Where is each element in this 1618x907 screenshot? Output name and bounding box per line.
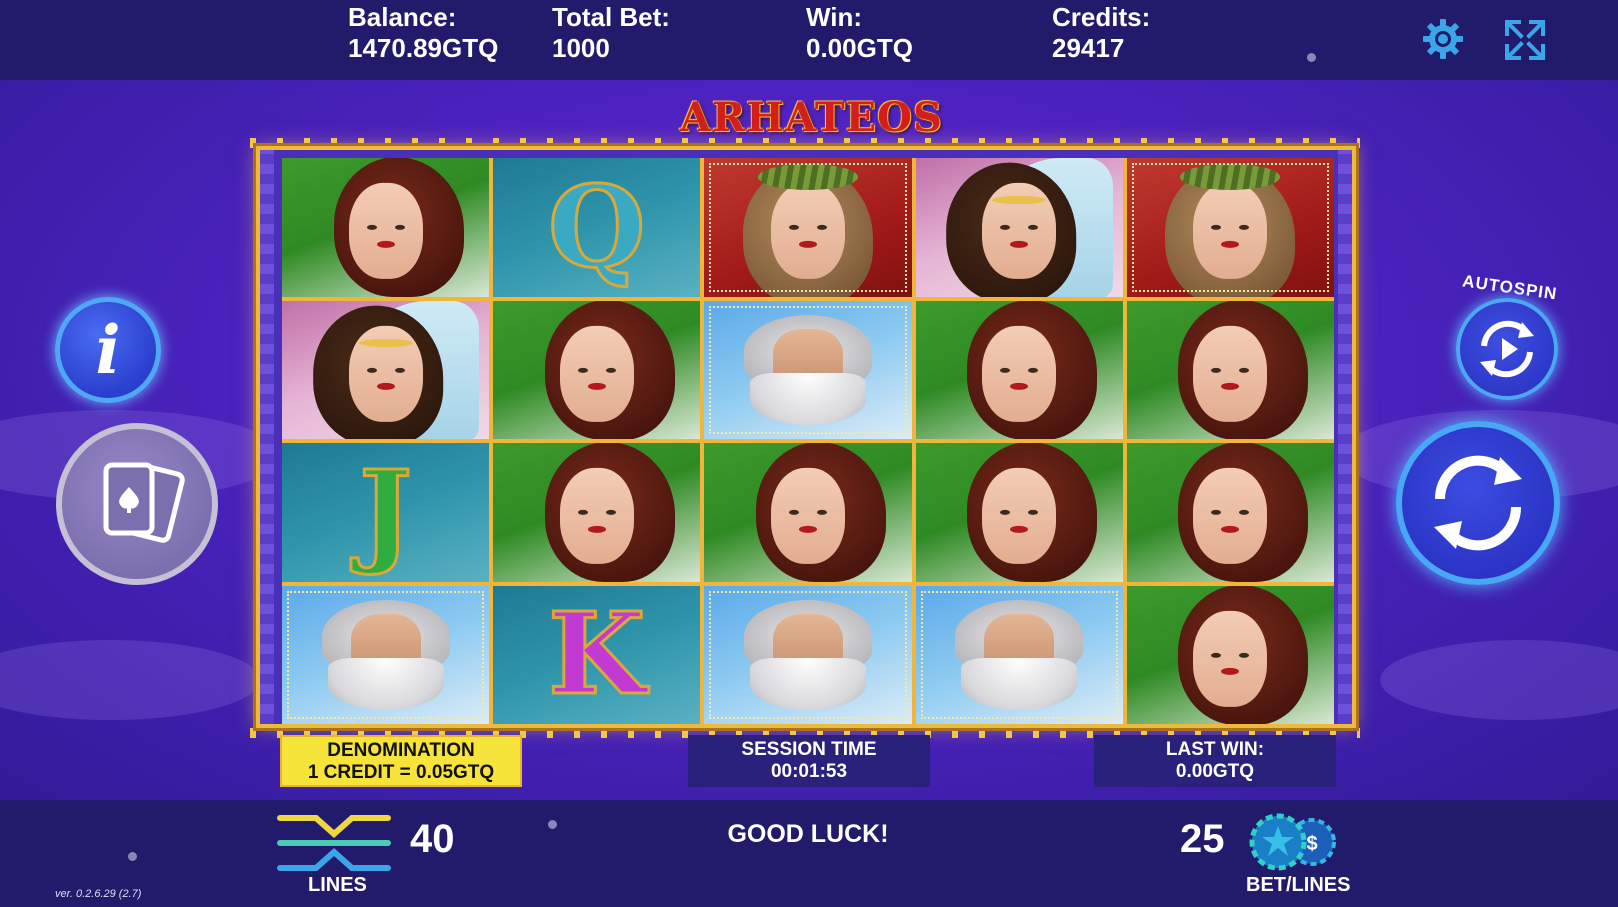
reel-symbol-hera [1126, 300, 1334, 439]
spin-icon [1434, 455, 1522, 551]
reel-symbol-athena [704, 158, 912, 297]
lines-label: LINES [308, 874, 367, 896]
symbol-art [704, 443, 912, 582]
bet-lines-button[interactable]: $ [1246, 812, 1342, 872]
game-logo: ARHATEOS [680, 94, 943, 141]
denomination-panel[interactable]: DENOMINATION 1 CREDIT = 0.05GTQ [280, 735, 522, 787]
reel-symbol-queen: Q [493, 158, 701, 297]
info-button[interactable]: i [55, 297, 161, 403]
decor-dot [548, 820, 557, 829]
reel-symbol-zeus [704, 585, 912, 724]
spin-button[interactable] [1396, 421, 1560, 585]
symbol-art [1126, 300, 1334, 439]
lines-button[interactable] [276, 814, 394, 872]
denomination-value: 1 CREDIT = 0.05GTQ [307, 762, 495, 783]
gamble-button[interactable] [56, 423, 218, 585]
balance-label: Balance: [348, 2, 457, 32]
symbol-art [704, 158, 912, 297]
status-message: GOOD LUCK! [727, 820, 889, 848]
last-win-label: LAST WIN: [1165, 739, 1265, 760]
cloud-decor [0, 640, 260, 720]
autospin-icon [1480, 320, 1534, 378]
credits-label: Credits: [1052, 2, 1151, 32]
reel-symbol-hera [493, 443, 701, 582]
total-bet-stat: Total Bet: 1000 [552, 2, 670, 64]
reel-symbol-zeus [282, 585, 490, 724]
win-stat: Win: 0.00GTQ [806, 2, 913, 64]
reel-symbol-athena [1126, 158, 1334, 297]
reel-symbol-hera [915, 300, 1123, 439]
reel-symbol-veil [915, 158, 1123, 297]
symbol-art [493, 443, 701, 582]
win-label: Win: [806, 2, 863, 32]
win-value: 0.00GTQ [806, 33, 913, 63]
symbol-art [704, 585, 912, 724]
balance-stat: Balance: 1470.89GTQ [348, 2, 498, 64]
card-letter-queen: Q [546, 160, 647, 294]
symbol-art [282, 300, 490, 439]
session-time-label: SESSION TIME [741, 739, 877, 760]
cards-icon [103, 462, 185, 543]
symbol-art [915, 158, 1123, 297]
balance-value: 1470.89GTQ [348, 33, 499, 63]
lines-value: 40 [410, 817, 455, 861]
reel-symbol-hera [1126, 585, 1334, 724]
card-letter-king: K [547, 588, 647, 722]
symbol-art: K [493, 585, 701, 724]
reel-symbol-hera [493, 300, 701, 439]
symbol-art [1126, 158, 1334, 297]
reel-symbol-king: K [493, 585, 701, 724]
top-bar: Balance: 1470.89GTQ Total Bet: 1000 Win:… [0, 0, 1618, 80]
last-win-value: 0.00GTQ [1175, 761, 1255, 782]
reel-symbol-hera [704, 443, 912, 582]
session-time-value: 00:01:53 [770, 761, 848, 782]
autospin-button[interactable] [1456, 298, 1558, 400]
reel-symbol-jack: J [282, 443, 490, 582]
denomination-label: DENOMINATION [327, 740, 475, 761]
symbol-art [1126, 443, 1334, 582]
reel-grid: Q JK [282, 158, 1334, 724]
frame-side-right [1338, 150, 1352, 724]
symbol-art [493, 300, 701, 439]
settings-button[interactable] [1422, 18, 1464, 60]
symbol-art [915, 443, 1123, 582]
symbol-art: J [282, 443, 490, 582]
reel-symbol-zeus [704, 300, 912, 439]
decor-dot [128, 852, 137, 861]
credits-value: 29417 [1052, 33, 1125, 63]
lines-icon [277, 815, 391, 871]
symbol-art [1126, 585, 1334, 724]
info-icon: i [95, 311, 121, 389]
fullscreen-icon [1505, 20, 1545, 60]
credits-stat: Credits: 29417 [1052, 2, 1150, 64]
symbol-art [915, 585, 1123, 724]
version-text: ver. 0.2.6.29 (2.7) [55, 888, 142, 900]
cloud-decor [1380, 640, 1618, 720]
reel-symbol-hera [282, 158, 490, 297]
fullscreen-button[interactable] [1503, 18, 1547, 62]
symbol-art: Q [493, 158, 701, 297]
bet-lines-value: 25 [1180, 817, 1225, 861]
symbol-art [282, 585, 490, 724]
reel-symbol-veil [282, 300, 490, 439]
reel-symbol-zeus [915, 585, 1123, 724]
decor-dot [1307, 53, 1316, 62]
session-time-panel: SESSION TIME 00:01:53 [688, 735, 930, 787]
gear-icon [1423, 19, 1463, 59]
bet-lines-label: BET/LINES [1246, 874, 1351, 896]
svg-text:$: $ [1306, 833, 1317, 855]
frame-side-left [260, 150, 274, 724]
chips-icon: $ [1249, 813, 1336, 871]
reel-symbol-hera [915, 443, 1123, 582]
card-letter-jack: J [358, 445, 414, 579]
bottom-bar [0, 800, 1618, 907]
total-bet-label: Total Bet: [552, 2, 670, 32]
symbol-art [282, 158, 490, 297]
reel-symbol-hera [1126, 443, 1334, 582]
symbol-art [704, 300, 912, 439]
last-win-panel: LAST WIN: 0.00GTQ [1094, 735, 1336, 787]
symbol-art [915, 300, 1123, 439]
total-bet-value: 1000 [552, 33, 610, 63]
